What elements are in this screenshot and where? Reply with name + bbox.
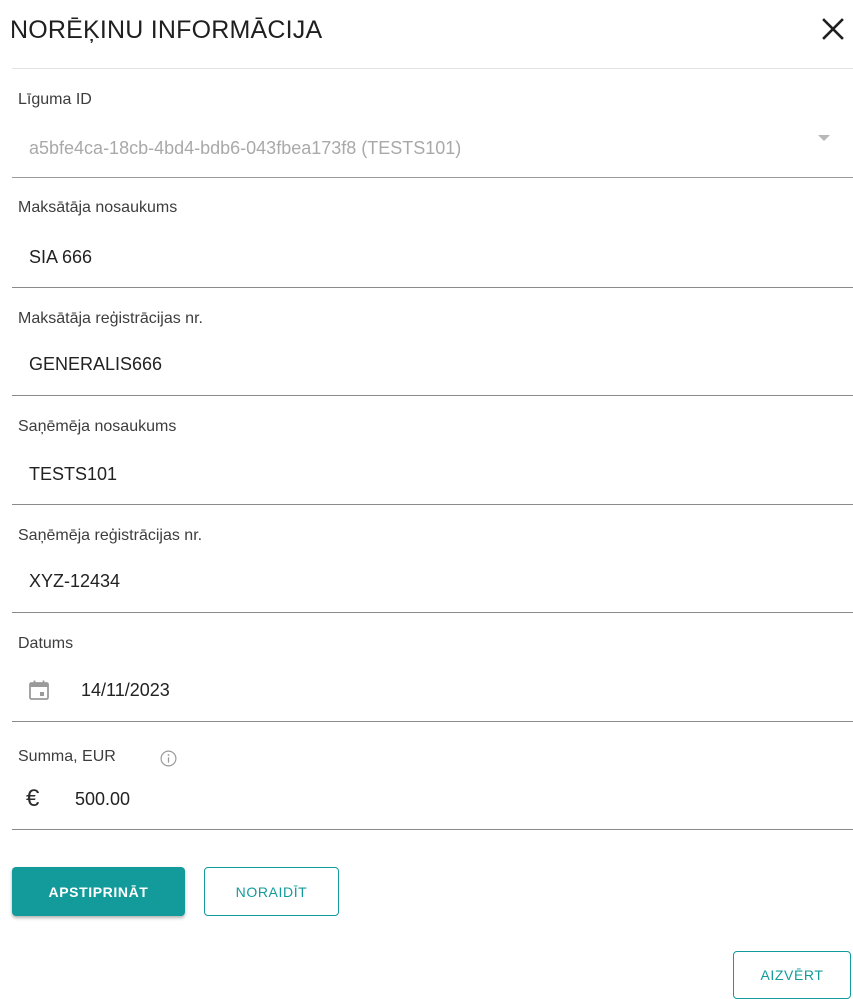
- dialog-title: NORĒĶINU INFORMĀCIJA: [10, 16, 323, 44]
- amount-value: 500.00: [75, 789, 131, 809]
- receiver-name-value: TESTS101: [29, 464, 118, 484]
- contract-id-value: a5bfe4ca-18cb-4bd4-bdb6-043fbea173f8 (TE…: [29, 138, 462, 158]
- approve-button[interactable]: APSTIPRINĀT: [12, 867, 185, 916]
- receiver-reg-value: XYZ-12434: [29, 571, 121, 591]
- close-icon: [822, 18, 844, 40]
- payer-name-value: SIA 666: [29, 247, 93, 267]
- receiver-reg-field[interactable]: Saņēmēja reģistrācijas nr. XYZ-12434: [12, 505, 853, 613]
- calendar-icon[interactable]: [28, 679, 50, 701]
- reject-button[interactable]: NORAIDĪT: [204, 867, 339, 916]
- contract-id-label: Līguma ID: [18, 91, 92, 108]
- close-dialog-button[interactable]: AIZVĒRT: [733, 951, 851, 999]
- payer-reg-label: Maksātāja reģistrācijas nr.: [18, 310, 203, 327]
- date-field[interactable]: Datums 14/11/2023: [12, 613, 853, 722]
- dialog-header: NORĒĶINU INFORMĀCIJA: [0, 0, 853, 68]
- payer-name-label: Maksātāja nosaukums: [18, 199, 178, 216]
- contract-id-select[interactable]: Līguma ID a5bfe4ca-18cb-4bd4-bdb6-043fbe…: [12, 69, 853, 179]
- euro-icon: €: [26, 785, 40, 812]
- payer-name-underline: [12, 287, 853, 288]
- contract-id-underline: [12, 177, 853, 178]
- receiver-reg-label: Saņēmēja reģistrācijas nr.: [18, 527, 203, 544]
- chevron-down-icon: [818, 135, 830, 141]
- receiver-name-label: Saņēmēja nosaukums: [18, 418, 177, 435]
- info-icon[interactable]: [160, 750, 177, 767]
- close-button[interactable]: [818, 14, 848, 44]
- amount-underline: [12, 829, 853, 830]
- date-label: Datums: [18, 635, 74, 652]
- payer-reg-field[interactable]: Maksātāja reģistrācijas nr. GENERALIS666: [12, 289, 853, 396]
- payer-name-field[interactable]: Maksātāja nosaukums SIA 666: [12, 179, 853, 289]
- payer-reg-value: GENERALIS666: [29, 354, 163, 374]
- receiver-name-field[interactable]: Saņēmēja nosaukums TESTS101: [12, 396, 853, 505]
- date-value: 14/11/2023: [81, 680, 170, 700]
- amount-field[interactable]: Summa, EUR € 500.00: [12, 722, 853, 830]
- amount-label: Summa, EUR: [18, 748, 116, 765]
